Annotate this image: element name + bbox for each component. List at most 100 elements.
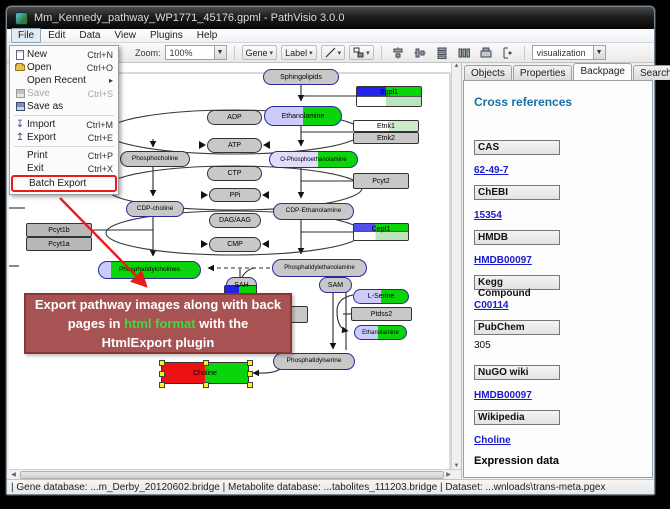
pathway-node-etnk1[interactable]: Etnk1	[353, 120, 419, 132]
submenu-arrow-icon: ▸	[109, 76, 113, 85]
xref-link[interactable]: Choline	[474, 435, 511, 446]
visualization-combobox[interactable]: visualization ▼	[532, 45, 606, 60]
selection-handle[interactable]	[159, 360, 165, 366]
align-horizontal-center-button[interactable]	[411, 45, 429, 61]
pathway-node-cept1[interactable]: Cept1	[353, 223, 409, 241]
pathway-node-phosphocholine[interactable]: Phosphocholine	[120, 151, 190, 167]
pathway-node-ppi[interactable]: PPi	[209, 188, 261, 202]
pathway-node-o-phosphoethanolamine[interactable]: O-Phosphoethanolamine	[269, 151, 358, 168]
pathway-node-ethanolamine-bottom[interactable]: Ethanolamine	[354, 325, 407, 340]
app-icon	[15, 12, 28, 25]
pathway-node-l-serine[interactable]: L-Serine	[353, 289, 409, 304]
selection-handle[interactable]	[247, 371, 253, 377]
scrollbar-thumb[interactable]	[20, 471, 444, 479]
pathway-node-sam[interactable]: SAM	[319, 277, 352, 293]
xref-link[interactable]: HMDB00097	[474, 255, 532, 266]
pathway-node-ctp[interactable]: CTP	[207, 166, 262, 181]
selection-handle[interactable]	[203, 360, 209, 366]
save-as-icon	[13, 102, 27, 111]
xref-link[interactable]: C00114	[474, 300, 508, 311]
menu-item-print[interactable]: PrintCtrl+P	[11, 149, 117, 162]
pathway-node-ethanolamine-top[interactable]: Ethanolamine	[264, 106, 342, 126]
pathway-node-phosphatidylcholines[interactable]: Phosphatidylcholines	[98, 261, 201, 279]
xref-link[interactable]: 62-49-7	[474, 165, 508, 176]
pathway-node-dag-aag[interactable]: DAG/AAG	[209, 213, 261, 228]
node-label: SAM	[328, 282, 343, 289]
node-label: Ethanolamine	[362, 330, 399, 336]
pathway-node-phosphatidylethanolamine[interactable]: Phosphatidylethanolamine	[272, 259, 367, 277]
pathway-node-choline-selected[interactable]: Choline	[161, 362, 249, 384]
menu-data[interactable]: Data	[72, 28, 107, 43]
selection-handle[interactable]	[247, 360, 253, 366]
pathway-node-pcyt1b[interactable]: Pcyt1b	[26, 223, 92, 237]
menu-help[interactable]: Help	[190, 28, 225, 43]
toolbar-separator	[381, 46, 382, 60]
pathway-node-pcyt1a[interactable]: Pcyt1a	[26, 237, 92, 251]
menu-file[interactable]: File	[11, 28, 41, 43]
text-format-button[interactable]	[499, 45, 517, 61]
selection-handle[interactable]	[203, 382, 209, 388]
pathway-node-cmp[interactable]: CMP	[209, 237, 261, 252]
pathway-node-atp[interactable]: ATP	[207, 138, 262, 153]
menu-item-export[interactable]: ↥ExportCtrl+E	[11, 131, 117, 144]
menu-item-save-as[interactable]: Save as	[11, 100, 117, 113]
line-icon	[325, 47, 336, 58]
menu-item-open-recent[interactable]: Open Recent▸	[11, 74, 117, 87]
pathway-node-phosphatidylserine[interactable]: Phosphatidylserine	[273, 353, 355, 370]
menu-view[interactable]: View	[107, 28, 143, 43]
node-label: ATP	[228, 142, 241, 149]
tab-objects[interactable]: Objects	[464, 65, 512, 80]
pathway-node-etnk2[interactable]: Etnk2	[353, 132, 419, 144]
zoom-combobox[interactable]: 100% ▼	[165, 45, 227, 60]
backpage-panel: Cross references CAS62-49-7ChEBI15354HMD…	[463, 80, 653, 478]
vertical-scrollbar[interactable]: ▲ ▼	[451, 63, 461, 469]
tab-backpage[interactable]: Backpage	[573, 63, 631, 80]
menu-item-exit[interactable]: ExitCtrl+X	[11, 162, 117, 175]
pathway-node-sphingolipids[interactable]: Sphingolipids	[263, 69, 339, 85]
scroll-left-icon[interactable]: ◀	[9, 471, 18, 478]
line-tool-button[interactable]: ▾	[321, 45, 346, 60]
stack-horizontal-button[interactable]	[455, 45, 473, 61]
tab-search[interactable]: Search	[633, 65, 670, 80]
horizontal-scrollbar[interactable]: ◀ ▶	[9, 469, 461, 479]
tab-properties[interactable]: Properties	[513, 65, 573, 80]
selection-handle[interactable]	[159, 382, 165, 388]
chevron-down-icon[interactable]: ▼	[593, 46, 605, 59]
menu-item-new[interactable]: NewCtrl+N	[11, 48, 117, 61]
pathway-node-cdp-ethanolamine[interactable]: CDP-Ethanolamine	[273, 203, 354, 220]
menu-item-batch-export[interactable]: Batch Export	[11, 175, 117, 192]
scroll-up-icon[interactable]: ▲	[452, 63, 461, 69]
xref-database-header: NuGO wiki	[474, 365, 560, 380]
pathway-node-sgpl1[interactable]: Sgpl1	[356, 86, 422, 107]
stack-vertical-button[interactable]	[433, 45, 451, 61]
datanode-tool-button[interactable]: Gene▾	[242, 45, 278, 60]
pathway-node-ptdss2[interactable]: Ptdss2	[351, 307, 412, 321]
window-title: Mm_Kennedy_pathway_WP1771_45176.gpml - P…	[34, 12, 344, 24]
selection-handle[interactable]	[247, 382, 253, 388]
app-window: Mm_Kennedy_pathway_WP1771_45176.gpml - P…	[6, 6, 655, 495]
common-size-button[interactable]	[477, 45, 495, 61]
menu-item-import[interactable]: ↧ImportCtrl+M	[11, 118, 117, 131]
selection-handle[interactable]	[159, 371, 165, 377]
menu-plugins[interactable]: Plugins	[143, 28, 190, 43]
pathway-node-cdp-choline[interactable]: CDP-choline	[126, 201, 184, 217]
shape-icon	[353, 47, 364, 58]
align-vertical-center-button[interactable]	[389, 45, 407, 61]
xref-database-header: CAS	[474, 140, 560, 155]
menu-item-save[interactable]: SaveCtrl+S	[11, 87, 117, 100]
chevron-down-icon[interactable]: ▼	[214, 46, 226, 59]
node-label: CMP	[227, 241, 243, 248]
menu-item-open[interactable]: OpenCtrl+O	[11, 61, 117, 74]
pathway-node-pcyt2[interactable]: Pcyt2	[353, 173, 409, 189]
xref-link[interactable]: 15354	[474, 210, 502, 221]
menu-edit[interactable]: Edit	[41, 28, 72, 43]
shape-tool-button[interactable]: ▾	[349, 45, 374, 60]
scroll-right-icon[interactable]: ▶	[444, 471, 453, 478]
label-tool-button[interactable]: Label▾	[281, 45, 317, 60]
export-icon: ↥	[13, 133, 27, 143]
menu-item-shortcut: Ctrl+E	[88, 133, 113, 143]
status-text: | Gene database: ...m_Derby_20120602.bri…	[11, 482, 605, 493]
xref-link[interactable]: HMDB00097	[474, 390, 532, 401]
pathway-node-adp[interactable]: ADP	[207, 110, 262, 125]
xref-section-wikipedia: WikipediaCholine	[474, 410, 642, 442]
